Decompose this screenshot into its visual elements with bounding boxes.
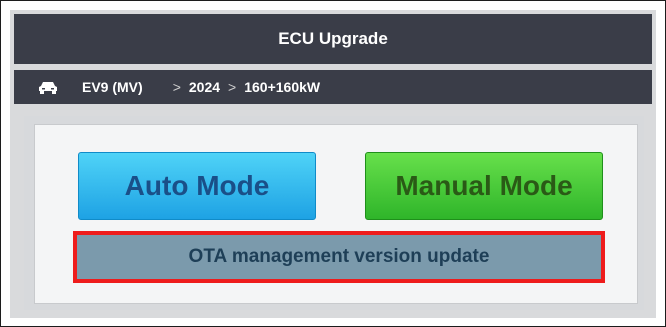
page-title: ECU Upgrade <box>278 29 388 48</box>
breadcrumb-power[interactable]: 160+160kW <box>244 79 320 95</box>
breadcrumb: EV9 (MV) > 2024 > 160+160kW <box>14 70 652 104</box>
manual-mode-button[interactable]: Manual Mode <box>365 152 603 220</box>
ota-update-button[interactable]: OTA management version update <box>73 231 605 283</box>
auto-mode-button[interactable]: Auto Mode <box>78 152 316 220</box>
breadcrumb-model[interactable]: EV9 (MV) <box>82 79 143 95</box>
breadcrumb-separator: > <box>228 79 237 95</box>
title-bar: ECU Upgrade <box>14 14 652 64</box>
breadcrumb-separator: > <box>172 79 181 95</box>
breadcrumb-year[interactable]: 2024 <box>189 79 220 95</box>
car-icon <box>38 80 60 94</box>
